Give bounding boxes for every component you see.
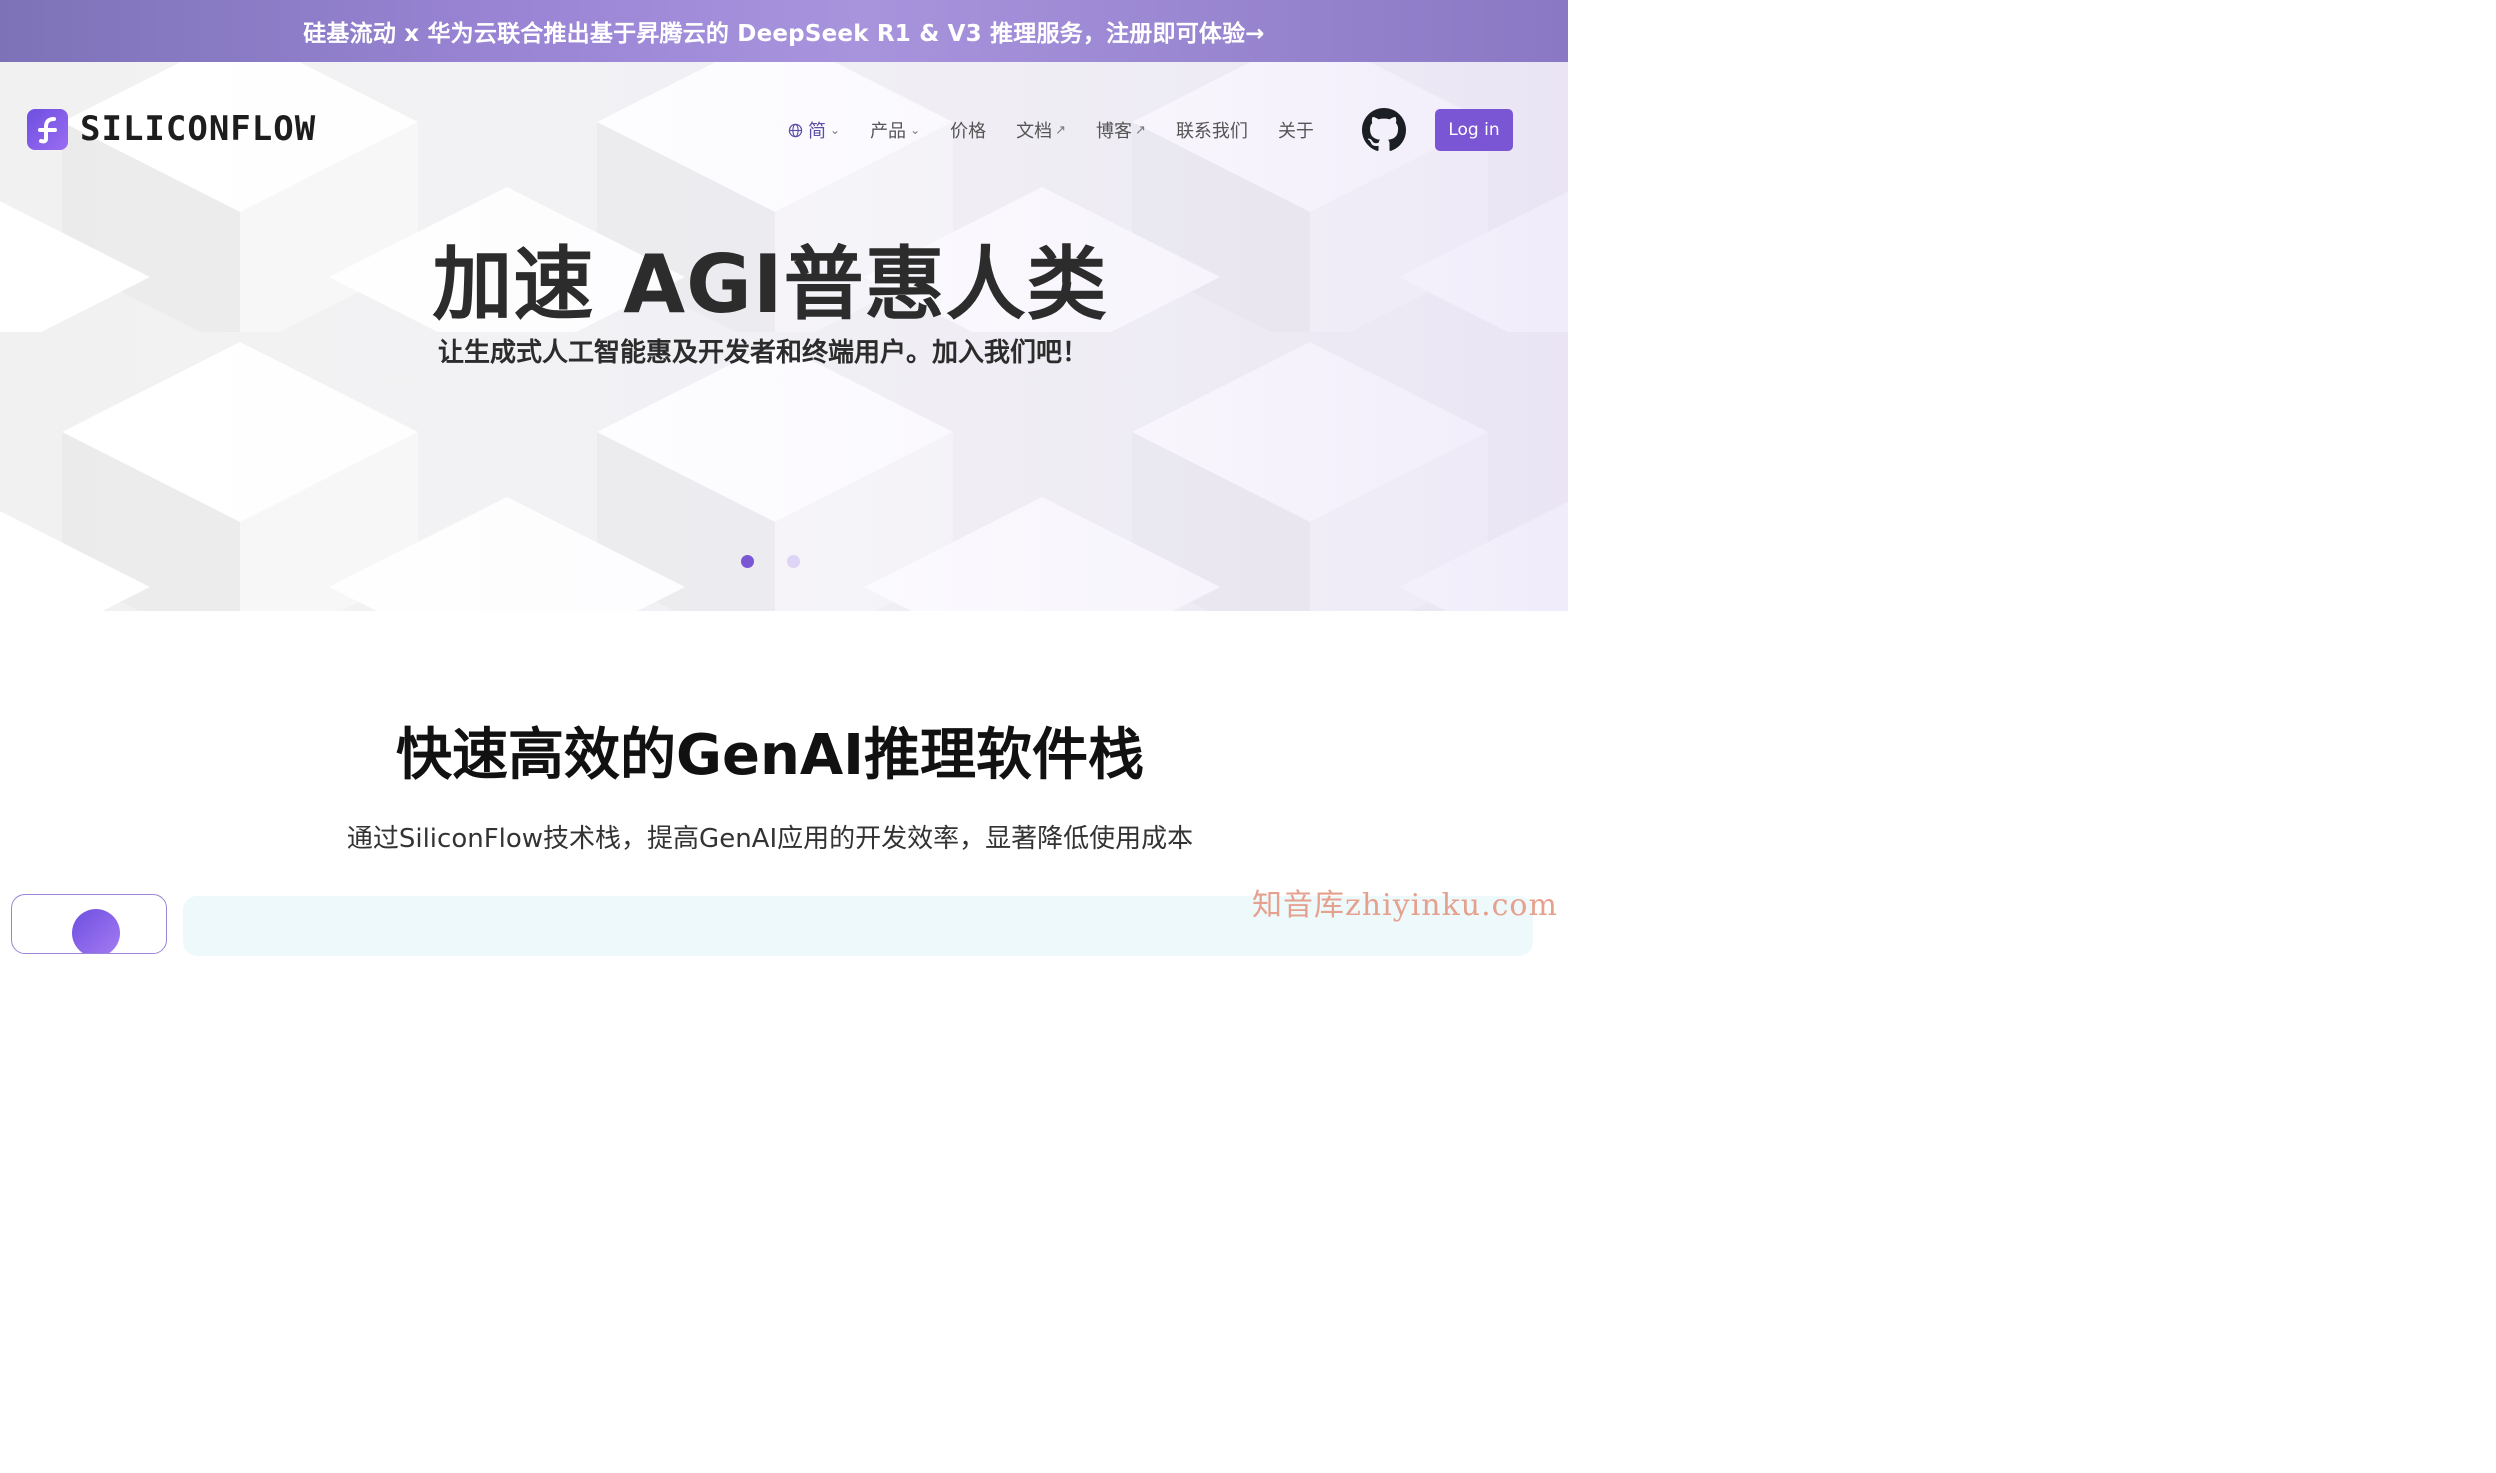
chevron-down-icon: ⌄ <box>910 123 921 137</box>
carousel-dot-2[interactable] <box>787 555 800 568</box>
nav-item-label: 联系我们 <box>1175 121 1248 142</box>
nav-item-products[interactable]: 产品 ⌄ <box>870 117 920 143</box>
external-link-icon: ↗ <box>1055 122 1067 138</box>
hero-subtitle: 让生成式人工智能惠及开发者和终端用户。加入我们吧！ <box>437 338 1088 368</box>
siliconflow-logo-icon <box>72 909 120 953</box>
section-title: 快速高效的GenAI推理软件栈 <box>396 723 1144 788</box>
nav-item-label: 价格 <box>950 121 987 142</box>
nav-menu: 简 ⌄ 产品 ⌄ 价格 文档 ↗ 博客 ↗ 联系我们 关于 <box>788 102 1344 158</box>
nav-language-label: 简 <box>808 121 826 142</box>
hero-section: SILICONFLOW 简 ⌄ 产品 ⌄ 价格 文档 ↗ 博客 ↗ 联系我们 关… <box>0 62 1568 611</box>
siliconflow-logo-icon <box>27 108 68 150</box>
siliconflow-logo[interactable]: SILICONFLOW <box>27 107 316 151</box>
nav-item-label: 博客 <box>1096 121 1133 142</box>
hero-title: 加速 AGI普惠人类 <box>432 238 1108 331</box>
carousel-dot-1[interactable] <box>741 555 754 568</box>
chevron-down-icon: ⌄ <box>830 123 841 137</box>
nav-item-blog[interactable]: 博客 ↗ <box>1096 117 1146 143</box>
github-icon[interactable] <box>1362 108 1406 152</box>
section-subtitle: 通过SiliconFlow技术栈，提高GenAI应用的开发效率，显著降低使用成本 <box>346 824 1194 854</box>
announcement-text[interactable]: 硅基流动 x 华为云联合推出基于昇腾云的 DeepSeek R1 & V3 推理… <box>303 14 1265 48</box>
nav-item-label: 文档 <box>1016 121 1053 142</box>
nav-item-contact[interactable]: 联系我们 <box>1176 117 1248 143</box>
login-button[interactable]: Log in <box>1435 109 1513 151</box>
feature-card-left[interactable] <box>11 894 167 954</box>
carousel-pagination <box>741 555 833 569</box>
top-navbar: SILICONFLOW 简 ⌄ 产品 ⌄ 价格 文档 ↗ 博客 ↗ 联系我们 关… <box>0 102 1568 162</box>
watermark-text: 知音库zhiyinku.com <box>1252 888 1558 923</box>
nav-item-pricing[interactable]: 价格 <box>950 117 986 143</box>
external-link-icon: ↗ <box>1135 122 1146 138</box>
nav-item-label: 产品 <box>870 121 907 142</box>
nav-item-docs[interactable]: 文档 ↗ <box>1016 117 1066 143</box>
announcement-banner[interactable]: 硅基流动 x 华为云联合推出基于昇腾云的 DeepSeek R1 & V3 推理… <box>0 0 1568 62</box>
nav-item-label: 关于 <box>1277 121 1314 142</box>
nav-language-switcher[interactable]: 简 ⌄ <box>788 117 840 143</box>
logo-wordmark: SILICONFLOW <box>80 109 317 149</box>
globe-icon <box>788 123 803 137</box>
nav-item-about[interactable]: 关于 <box>1278 117 1314 143</box>
